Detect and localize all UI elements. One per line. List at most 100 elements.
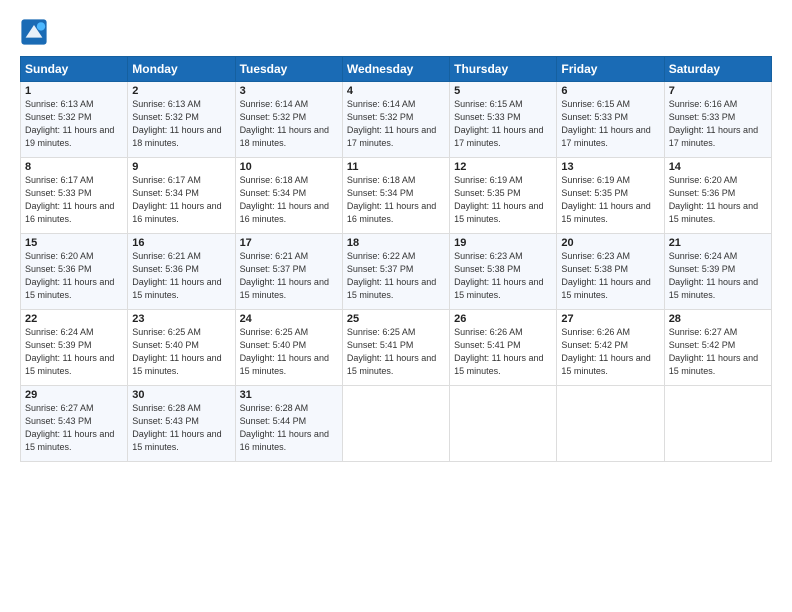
calendar-cell: 26Sunrise: 6:26 AMSunset: 5:41 PMDayligh… [450,310,557,386]
column-header-saturday: Saturday [664,57,771,82]
day-number: 30 [132,389,230,401]
day-number: 15 [25,237,123,249]
logo [20,18,52,46]
column-header-wednesday: Wednesday [342,57,449,82]
day-info: Sunrise: 6:15 AMSunset: 5:33 PMDaylight:… [454,98,552,150]
calendar-cell: 8Sunrise: 6:17 AMSunset: 5:33 PMDaylight… [21,158,128,234]
day-info: Sunrise: 6:13 AMSunset: 5:32 PMDaylight:… [132,98,230,150]
column-header-monday: Monday [128,57,235,82]
calendar-week-row: 29Sunrise: 6:27 AMSunset: 5:43 PMDayligh… [21,386,772,462]
calendar-cell: 9Sunrise: 6:17 AMSunset: 5:34 PMDaylight… [128,158,235,234]
calendar-cell: 30Sunrise: 6:28 AMSunset: 5:43 PMDayligh… [128,386,235,462]
calendar-header-row: SundayMondayTuesdayWednesdayThursdayFrid… [21,57,772,82]
day-info: Sunrise: 6:18 AMSunset: 5:34 PMDaylight:… [240,174,338,226]
day-number: 12 [454,161,552,173]
day-number: 14 [669,161,767,173]
day-number: 24 [240,313,338,325]
calendar-cell: 5Sunrise: 6:15 AMSunset: 5:33 PMDaylight… [450,82,557,158]
calendar-cell: 23Sunrise: 6:25 AMSunset: 5:40 PMDayligh… [128,310,235,386]
page-header [20,18,772,46]
calendar-cell: 27Sunrise: 6:26 AMSunset: 5:42 PMDayligh… [557,310,664,386]
calendar-cell: 15Sunrise: 6:20 AMSunset: 5:36 PMDayligh… [21,234,128,310]
calendar-week-row: 22Sunrise: 6:24 AMSunset: 5:39 PMDayligh… [21,310,772,386]
day-info: Sunrise: 6:19 AMSunset: 5:35 PMDaylight:… [561,174,659,226]
day-info: Sunrise: 6:25 AMSunset: 5:41 PMDaylight:… [347,326,445,378]
day-info: Sunrise: 6:26 AMSunset: 5:41 PMDaylight:… [454,326,552,378]
calendar-cell [450,386,557,462]
day-number: 16 [132,237,230,249]
day-number: 10 [240,161,338,173]
calendar-cell: 11Sunrise: 6:18 AMSunset: 5:34 PMDayligh… [342,158,449,234]
day-number: 25 [347,313,445,325]
calendar-cell: 14Sunrise: 6:20 AMSunset: 5:36 PMDayligh… [664,158,771,234]
calendar-cell: 4Sunrise: 6:14 AMSunset: 5:32 PMDaylight… [342,82,449,158]
day-number: 26 [454,313,552,325]
calendar-cell: 29Sunrise: 6:27 AMSunset: 5:43 PMDayligh… [21,386,128,462]
day-number: 21 [669,237,767,249]
day-info: Sunrise: 6:19 AMSunset: 5:35 PMDaylight:… [454,174,552,226]
column-header-friday: Friday [557,57,664,82]
day-info: Sunrise: 6:21 AMSunset: 5:36 PMDaylight:… [132,250,230,302]
column-header-tuesday: Tuesday [235,57,342,82]
day-info: Sunrise: 6:17 AMSunset: 5:34 PMDaylight:… [132,174,230,226]
day-number: 1 [25,85,123,97]
calendar-cell: 21Sunrise: 6:24 AMSunset: 5:39 PMDayligh… [664,234,771,310]
day-info: Sunrise: 6:21 AMSunset: 5:37 PMDaylight:… [240,250,338,302]
day-number: 8 [25,161,123,173]
day-number: 27 [561,313,659,325]
day-info: Sunrise: 6:17 AMSunset: 5:33 PMDaylight:… [25,174,123,226]
column-header-sunday: Sunday [21,57,128,82]
day-number: 5 [454,85,552,97]
day-info: Sunrise: 6:16 AMSunset: 5:33 PMDaylight:… [669,98,767,150]
calendar-cell: 28Sunrise: 6:27 AMSunset: 5:42 PMDayligh… [664,310,771,386]
day-number: 6 [561,85,659,97]
day-info: Sunrise: 6:14 AMSunset: 5:32 PMDaylight:… [347,98,445,150]
day-number: 17 [240,237,338,249]
calendar-cell: 25Sunrise: 6:25 AMSunset: 5:41 PMDayligh… [342,310,449,386]
calendar-week-row: 1Sunrise: 6:13 AMSunset: 5:32 PMDaylight… [21,82,772,158]
calendar-cell: 6Sunrise: 6:15 AMSunset: 5:33 PMDaylight… [557,82,664,158]
day-number: 31 [240,389,338,401]
day-number: 3 [240,85,338,97]
calendar-cell: 22Sunrise: 6:24 AMSunset: 5:39 PMDayligh… [21,310,128,386]
calendar-cell: 10Sunrise: 6:18 AMSunset: 5:34 PMDayligh… [235,158,342,234]
day-info: Sunrise: 6:20 AMSunset: 5:36 PMDaylight:… [25,250,123,302]
day-info: Sunrise: 6:28 AMSunset: 5:44 PMDaylight:… [240,402,338,454]
day-number: 29 [25,389,123,401]
calendar-cell: 1Sunrise: 6:13 AMSunset: 5:32 PMDaylight… [21,82,128,158]
day-number: 2 [132,85,230,97]
column-header-thursday: Thursday [450,57,557,82]
day-info: Sunrise: 6:23 AMSunset: 5:38 PMDaylight:… [454,250,552,302]
day-info: Sunrise: 6:14 AMSunset: 5:32 PMDaylight:… [240,98,338,150]
calendar-cell: 2Sunrise: 6:13 AMSunset: 5:32 PMDaylight… [128,82,235,158]
calendar-cell: 19Sunrise: 6:23 AMSunset: 5:38 PMDayligh… [450,234,557,310]
calendar-page: SundayMondayTuesdayWednesdayThursdayFrid… [0,0,792,612]
calendar-table: SundayMondayTuesdayWednesdayThursdayFrid… [20,56,772,462]
calendar-cell: 12Sunrise: 6:19 AMSunset: 5:35 PMDayligh… [450,158,557,234]
calendar-cell [664,386,771,462]
day-info: Sunrise: 6:25 AMSunset: 5:40 PMDaylight:… [132,326,230,378]
calendar-cell: 31Sunrise: 6:28 AMSunset: 5:44 PMDayligh… [235,386,342,462]
day-info: Sunrise: 6:24 AMSunset: 5:39 PMDaylight:… [669,250,767,302]
day-info: Sunrise: 6:18 AMSunset: 5:34 PMDaylight:… [347,174,445,226]
day-info: Sunrise: 6:15 AMSunset: 5:33 PMDaylight:… [561,98,659,150]
calendar-cell [557,386,664,462]
day-info: Sunrise: 6:27 AMSunset: 5:42 PMDaylight:… [669,326,767,378]
day-info: Sunrise: 6:20 AMSunset: 5:36 PMDaylight:… [669,174,767,226]
calendar-cell: 20Sunrise: 6:23 AMSunset: 5:38 PMDayligh… [557,234,664,310]
calendar-body: 1Sunrise: 6:13 AMSunset: 5:32 PMDaylight… [21,82,772,462]
day-number: 13 [561,161,659,173]
day-info: Sunrise: 6:13 AMSunset: 5:32 PMDaylight:… [25,98,123,150]
calendar-cell: 7Sunrise: 6:16 AMSunset: 5:33 PMDaylight… [664,82,771,158]
day-info: Sunrise: 6:26 AMSunset: 5:42 PMDaylight:… [561,326,659,378]
day-number: 28 [669,313,767,325]
calendar-cell [342,386,449,462]
day-number: 22 [25,313,123,325]
calendar-cell: 3Sunrise: 6:14 AMSunset: 5:32 PMDaylight… [235,82,342,158]
day-number: 19 [454,237,552,249]
day-number: 23 [132,313,230,325]
day-number: 4 [347,85,445,97]
calendar-week-row: 8Sunrise: 6:17 AMSunset: 5:33 PMDaylight… [21,158,772,234]
day-info: Sunrise: 6:25 AMSunset: 5:40 PMDaylight:… [240,326,338,378]
calendar-week-row: 15Sunrise: 6:20 AMSunset: 5:36 PMDayligh… [21,234,772,310]
